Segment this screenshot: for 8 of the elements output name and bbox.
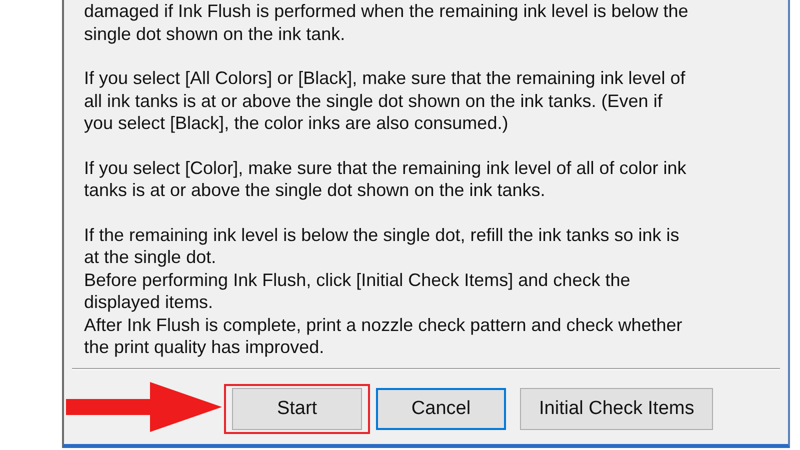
dialog-button[interactable]: Start — [232, 388, 362, 430]
instruction-paragraph: If you select [All Colors] or [Black], make sure that the remaining ink level of all ink tanks is at or above the single dot shown on the ink tanks. (Even if you select [Black], the color inks are also consumed.) — [84, 67, 686, 134]
dialog-button[interactable]: Cancel — [376, 388, 506, 430]
instruction-paragraph: damaged if Ink Flush is performed when the remaining ink level is below the single dot shown on the ink tank. — [84, 0, 688, 45]
arrow-icon — [66, 382, 222, 432]
instruction-paragraph: If the remaining ink level is below the single dot, refill the ink tanks so ink is at the single dot. Before performing Ink Flush, click [Initial Check Items] and check the displayed items. After Ink Flush is complete, print a nozzle check pattern and check whether the print quality has improved. — [84, 224, 682, 358]
dialog-button[interactable]: Initial Check Items — [520, 388, 714, 430]
instruction-paragraph: If you select [Color], make sure that the remaining ink level of all of color ink tanks is at or above the single dot shown on the ink tanks. — [84, 156, 686, 202]
